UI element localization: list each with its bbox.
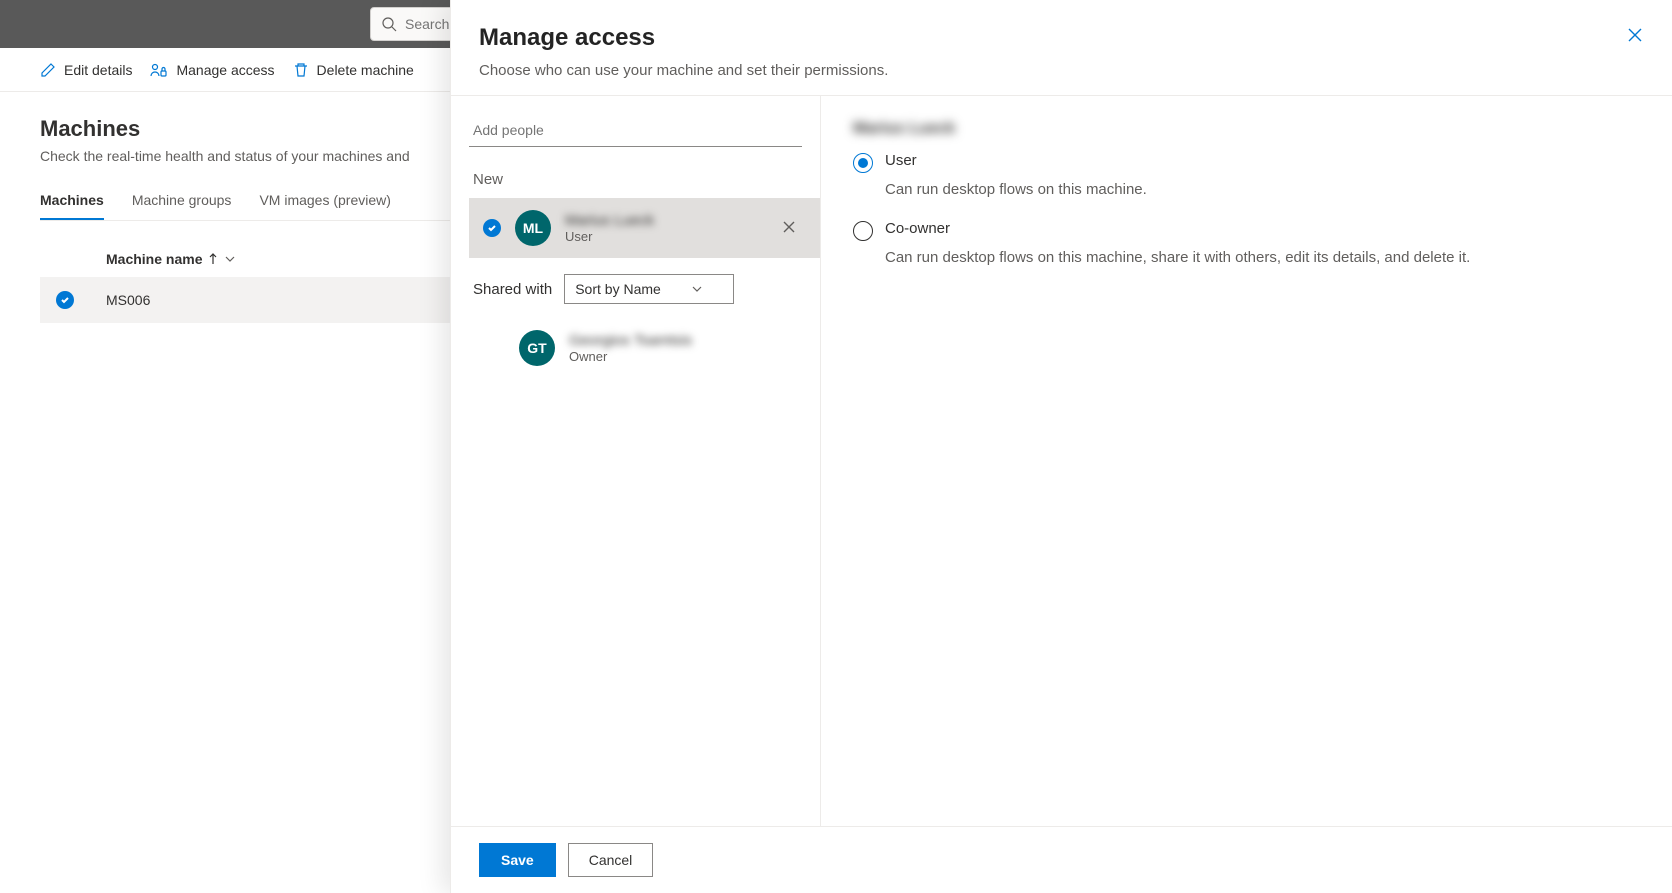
chevron-down-icon <box>691 283 703 295</box>
close-icon <box>782 220 796 234</box>
radio-button[interactable] <box>853 153 873 173</box>
shared-with-row: Shared with Sort by Name <box>473 274 816 304</box>
new-section-label: New <box>473 171 816 188</box>
edit-details-label: Edit details <box>64 62 132 78</box>
edit-details-button[interactable]: Edit details <box>40 62 132 78</box>
panel-footer: Save Cancel <box>451 826 1672 893</box>
person-row-owner[interactable]: GT Georgios Tsamtsis Owner <box>469 318 820 378</box>
person-row-new[interactable]: ML Marius Lueck User <box>469 198 820 258</box>
permissions-radio-group: User Can run desktop flows on this machi… <box>853 152 1640 269</box>
manage-access-label: Manage access <box>176 62 274 78</box>
column-machine-name-label: Machine name <box>106 251 202 267</box>
cancel-button[interactable]: Cancel <box>568 843 654 877</box>
person-role: User <box>565 229 764 244</box>
radio-coowner[interactable]: Co-owner <box>853 220 1640 241</box>
chevron-down-icon <box>224 253 236 265</box>
manage-access-button[interactable]: Manage access <box>150 62 274 78</box>
delete-machine-button[interactable]: Delete machine <box>293 62 414 78</box>
search-icon <box>381 16 397 32</box>
row-checkbox[interactable] <box>56 291 74 309</box>
radio-coowner-label: Co-owner <box>885 220 950 237</box>
remove-person-button[interactable] <box>778 216 800 241</box>
manage-access-panel: Manage access Choose who can use your ma… <box>450 0 1672 893</box>
close-button[interactable] <box>1626 26 1644 47</box>
sort-asc-icon <box>208 253 218 265</box>
panel-left-column: New ML Marius Lueck User Shared with Sor… <box>451 96 821 826</box>
shared-with-label: Shared with <box>473 281 552 298</box>
radio-user-label: User <box>885 152 917 169</box>
panel-header: Manage access Choose who can use your ma… <box>451 0 1672 96</box>
person-info: Marius Lueck User <box>565 212 764 244</box>
radio-user-desc: Can run desktop flows on this machine. <box>885 179 1640 202</box>
panel-title: Manage access <box>479 24 1644 52</box>
machine-name-cell: MS006 <box>106 292 150 308</box>
person-name: Marius Lueck <box>565 212 764 229</box>
close-icon <box>1626 26 1644 44</box>
panel-subtitle: Choose who can use your machine and set … <box>479 62 1644 79</box>
avatar: GT <box>519 330 555 366</box>
person-info: Georgios Tsamtsis Owner <box>569 332 806 364</box>
avatar: ML <box>515 210 551 246</box>
selected-person-name: Marius Lueck <box>853 120 955 138</box>
add-people-input[interactable] <box>469 114 802 147</box>
person-name: Georgios Tsamtsis <box>569 332 806 349</box>
person-checkbox[interactable] <box>483 219 501 237</box>
tab-machine-groups[interactable]: Machine groups <box>132 182 232 220</box>
save-button[interactable]: Save <box>479 843 556 877</box>
delete-machine-label: Delete machine <box>317 62 414 78</box>
panel-body: New ML Marius Lueck User Shared with Sor… <box>451 96 1672 826</box>
sort-select-value: Sort by Name <box>575 281 661 297</box>
check-icon <box>60 295 70 305</box>
radio-coowner-desc: Can run desktop flows on this machine, s… <box>885 247 1640 270</box>
radio-user[interactable]: User <box>853 152 1640 173</box>
people-lock-icon <box>150 62 168 78</box>
tab-vm-images[interactable]: VM images (preview) <box>259 182 390 220</box>
pencil-icon <box>40 62 56 78</box>
person-role: Owner <box>569 349 806 364</box>
trash-icon <box>293 62 309 78</box>
radio-button[interactable] <box>853 221 873 241</box>
sort-select[interactable]: Sort by Name <box>564 274 734 304</box>
column-machine-name[interactable]: Machine name <box>106 251 236 267</box>
panel-right-column: Marius Lueck User Can run desktop flows … <box>821 96 1672 826</box>
tab-machines[interactable]: Machines <box>40 182 104 220</box>
check-icon <box>487 223 497 233</box>
